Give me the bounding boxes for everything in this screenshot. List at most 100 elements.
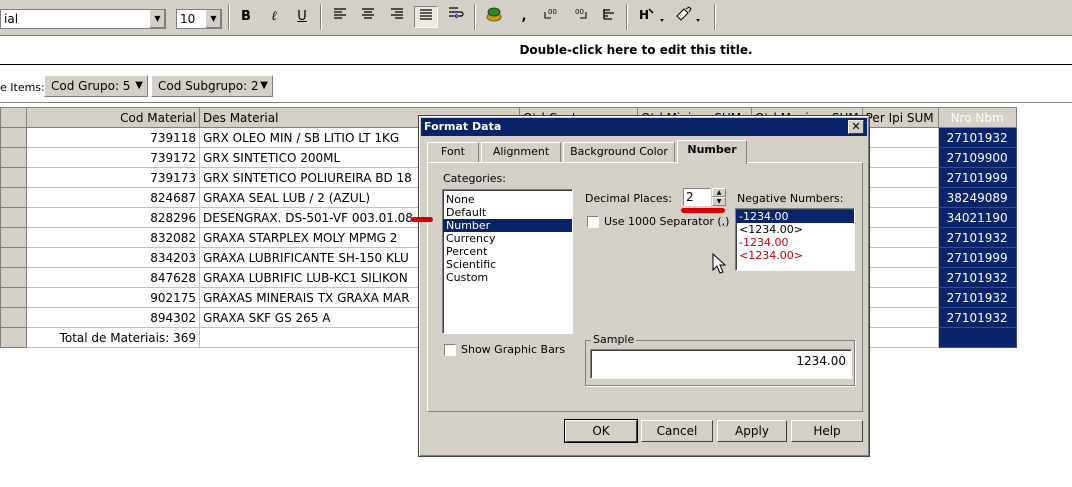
cell-cod-material[interactable]: 894302	[26, 307, 200, 328]
chevron-down-icon[interactable]: ▼	[135, 76, 143, 96]
paint-dropdown-icon[interactable]	[672, 6, 702, 28]
align-right-icon[interactable]	[385, 6, 409, 28]
ok-button[interactable]: OK	[564, 419, 638, 443]
cell[interactable]	[861, 247, 939, 268]
list-item[interactable]: Custom	[443, 271, 572, 284]
dialog-title-bar[interactable]: Format Data ✕	[421, 118, 867, 136]
align-center-icon[interactable]	[356, 6, 380, 28]
italic-button[interactable]: ℓ	[262, 6, 286, 28]
cell-cod-material[interactable]: 739118	[26, 127, 200, 148]
filter-chip-cod-subgrupo[interactable]: Cod Subgrupo: 2 ▼	[151, 75, 273, 97]
cell[interactable]	[861, 207, 939, 228]
list-item[interactable]: Scientific	[443, 258, 572, 271]
font-size-combo[interactable]: 10 ▼	[176, 9, 222, 29]
tab-number[interactable]: Number	[677, 140, 747, 164]
cell[interactable]	[861, 147, 939, 168]
report-title[interactable]: Double-click here to edit this title.	[0, 43, 1072, 57]
cell-cod-material[interactable]: 828296	[26, 207, 200, 228]
cancel-button[interactable]: Cancel	[641, 420, 713, 442]
column-header-cod-material[interactable]: Cod Material	[26, 107, 200, 128]
row-header[interactable]	[0, 247, 27, 268]
list-item[interactable]: None	[443, 193, 572, 206]
comma-style-icon[interactable]: ,	[512, 6, 536, 28]
cell-nro-nbm[interactable]: 27101932	[937, 127, 1017, 148]
row-header[interactable]	[0, 127, 27, 148]
chevron-down-icon[interactable]: ▼	[260, 76, 268, 96]
sort-bars-icon[interactable]	[598, 6, 622, 28]
tab-background-color[interactable]: Background Color	[563, 142, 675, 162]
list-item[interactable]: <1234.00>	[736, 249, 854, 262]
cell-cod-material[interactable]: 834203	[26, 247, 200, 268]
list-item[interactable]: Number	[443, 219, 572, 232]
tab-font[interactable]: Font	[427, 142, 479, 162]
close-icon[interactable]: ✕	[848, 120, 864, 134]
align-left-icon[interactable]	[328, 6, 352, 28]
column-header-nro-nbm[interactable]: Nro Nbm	[937, 107, 1017, 128]
cell-nro-nbm[interactable]: 27109900	[937, 147, 1017, 168]
cell-nro-nbm[interactable]: 27101932	[937, 307, 1017, 328]
cell[interactable]	[861, 167, 939, 188]
justify-icon[interactable]	[414, 6, 438, 28]
list-item[interactable]: Currency	[443, 232, 572, 245]
tab-alignment[interactable]: Alignment	[481, 142, 561, 162]
chevron-down-icon[interactable]: ▼	[149, 10, 165, 28]
cell-cod-material[interactable]: 832082	[26, 227, 200, 248]
row-header[interactable]	[0, 267, 27, 288]
list-item[interactable]: -1234.00	[736, 236, 854, 249]
cell-nro-nbm[interactable]: 27101999	[937, 167, 1017, 188]
row-header[interactable]	[0, 147, 27, 168]
bold-button[interactable]: B	[234, 6, 258, 28]
cell-nro-nbm[interactable]: 27101999	[937, 247, 1017, 268]
cell[interactable]	[861, 287, 939, 308]
cell-nro-nbm[interactable]: 34021190	[937, 207, 1017, 228]
cell-cod-material[interactable]: 739172	[26, 147, 200, 168]
cell[interactable]	[861, 307, 939, 328]
cell-nro-nbm[interactable]: 27101932	[937, 227, 1017, 248]
row-header[interactable]	[0, 207, 27, 228]
report-title-area[interactable]: Double-click here to edit this title.	[0, 37, 1072, 65]
cell[interactable]	[861, 267, 939, 288]
row-header[interactable]	[0, 327, 27, 348]
chevron-down-icon[interactable]: ▼	[205, 10, 221, 28]
cell-cod-material[interactable]: 739173	[26, 167, 200, 188]
apply-button[interactable]: Apply	[717, 420, 787, 442]
cell-nro-nbm[interactable]	[937, 327, 1017, 348]
cell[interactable]	[861, 127, 939, 148]
negative-numbers-listbox[interactable]: -1234.00 <1234.00> -1234.00 <1234.00>	[735, 208, 855, 271]
cell[interactable]	[861, 187, 939, 208]
spin-up-icon[interactable]: ▲	[712, 188, 726, 197]
increase-decimal-icon[interactable]: 00	[540, 6, 564, 28]
font-name-combo[interactable]: ial ▼	[0, 9, 166, 29]
cell-cod-material[interactable]: 847628	[26, 267, 200, 288]
list-item[interactable]: Percent	[443, 245, 572, 258]
cell-nro-nbm[interactable]: 27101932	[937, 287, 1017, 308]
row-header[interactable]	[0, 287, 27, 308]
cell[interactable]	[861, 327, 939, 348]
decrease-decimal-icon[interactable]: 00	[569, 6, 593, 28]
cell-cod-material[interactable]: 824687	[26, 187, 200, 208]
cell-nro-nbm[interactable]: 38249089	[937, 187, 1017, 208]
cell[interactable]	[861, 227, 939, 248]
highlight-dropdown-icon[interactable]: H	[636, 6, 666, 28]
row-header[interactable]	[0, 187, 27, 208]
row-header[interactable]	[0, 227, 27, 248]
list-item[interactable]: -1234.00	[736, 210, 854, 223]
row-header[interactable]	[0, 167, 27, 188]
spin-down-icon[interactable]: ▼	[712, 197, 726, 206]
decimal-places-input[interactable]: 2	[683, 188, 711, 206]
toolbar-separator	[228, 4, 230, 30]
categories-listbox[interactable]: None Default Number Currency Percent Sci…	[442, 189, 573, 334]
column-header-per-ipi[interactable]: Per Ipi SUM	[861, 107, 939, 128]
show-graphic-bars-checkbox[interactable]	[444, 344, 456, 356]
use-1000-separator-checkbox[interactable]	[587, 216, 599, 228]
row-header[interactable]	[0, 307, 27, 328]
cell-nro-nbm[interactable]: 27101932	[937, 267, 1017, 288]
word-wrap-icon[interactable]	[444, 6, 468, 28]
cell-cod-material[interactable]: 902175	[26, 287, 200, 308]
underline-button[interactable]: U	[290, 6, 314, 28]
currency-format-icon[interactable]	[482, 6, 506, 28]
list-item[interactable]: <1234.00>	[736, 223, 854, 236]
list-item[interactable]: Default	[443, 206, 572, 219]
help-button[interactable]: Help	[791, 420, 863, 442]
filter-chip-cod-grupo[interactable]: Cod Grupo: 5 ▼	[44, 75, 148, 97]
